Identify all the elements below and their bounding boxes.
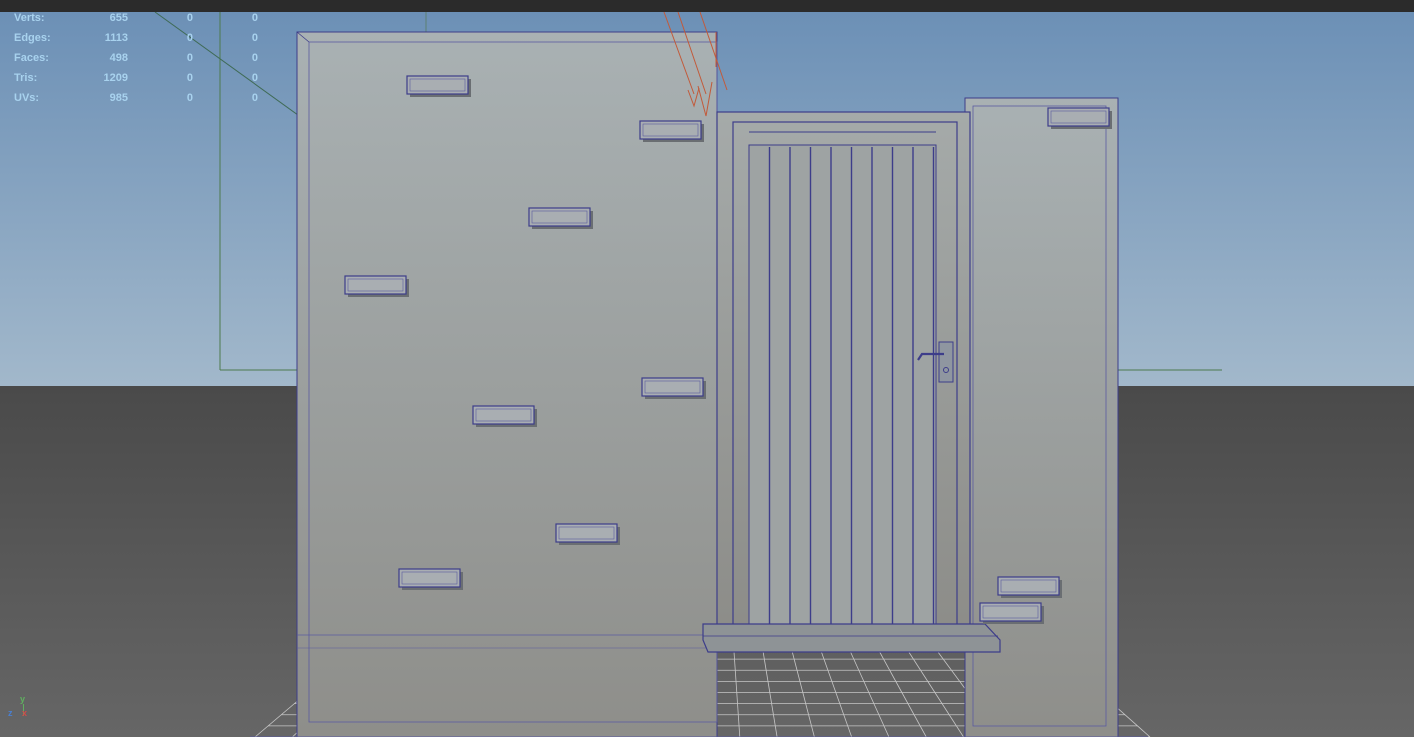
hud-value: 985 bbox=[109, 92, 128, 104]
wall-brick bbox=[639, 120, 702, 140]
viewport-toolbar-strip bbox=[0, 0, 1414, 12]
wall-brick bbox=[1047, 107, 1110, 127]
hud-row-faces: Faces: 498 0 0 bbox=[0, 52, 280, 68]
hud-row-tris: Tris: 1209 0 0 bbox=[0, 72, 280, 88]
hud-row-uvs: UVs: 985 0 0 bbox=[0, 92, 280, 108]
scene-canvas[interactable] bbox=[0, 12, 1414, 737]
door-handle-plate bbox=[938, 341, 954, 383]
hud-value: 0 bbox=[186, 92, 193, 104]
hud-value: 0 bbox=[251, 52, 258, 64]
hud-value: 1113 bbox=[104, 32, 128, 44]
hud-value: 0 bbox=[186, 72, 193, 84]
hud-value: 0 bbox=[186, 52, 193, 64]
hud-row-edges: Edges: 1113 0 0 bbox=[0, 32, 280, 48]
hud-value: 0 bbox=[251, 12, 258, 24]
hud-value: 498 bbox=[109, 52, 128, 64]
wall-brick bbox=[406, 75, 469, 95]
hud-value: 1209 bbox=[103, 72, 128, 84]
hud-label: Edges: bbox=[14, 32, 51, 44]
hud-value: 0 bbox=[186, 32, 193, 44]
hud-value: 655 bbox=[109, 12, 128, 24]
hud-row-verts: Verts: 655 0 0 bbox=[0, 12, 280, 28]
axis-y-label: y bbox=[20, 694, 26, 704]
poly-count-hud: Verts: 655 0 0 Edges: 1113 0 0 Faces: 49… bbox=[0, 12, 280, 112]
hud-label: Tris: bbox=[14, 72, 38, 84]
hud-label: UVs: bbox=[14, 92, 40, 104]
door-step bbox=[702, 623, 1001, 653]
wall-brick bbox=[528, 207, 591, 227]
axis-z-label: z bbox=[8, 708, 13, 718]
hud-value: 0 bbox=[251, 72, 258, 84]
hud-label: Faces: bbox=[14, 52, 49, 64]
hud-value: 0 bbox=[186, 12, 193, 24]
hud-value: 0 bbox=[251, 92, 258, 104]
door-assembly bbox=[702, 111, 1001, 653]
axis-x-label: x bbox=[22, 708, 28, 718]
hud-label: Verts: bbox=[14, 12, 45, 24]
hud-value: 0 bbox=[251, 32, 258, 44]
axis-orientation-gizmo: y z x bbox=[6, 694, 30, 724]
maya-viewport[interactable] bbox=[0, 12, 1414, 737]
